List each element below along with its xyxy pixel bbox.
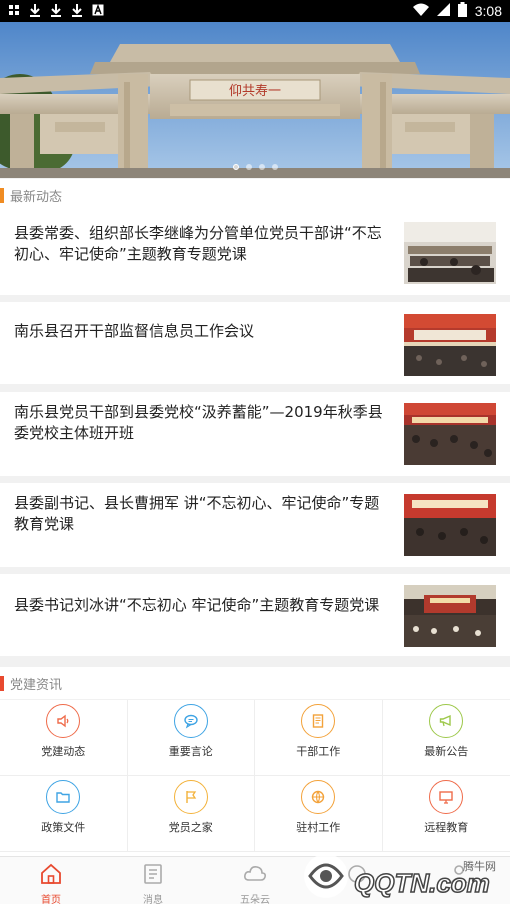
news-title: 南乐县召开干部监督信息员工作会议 xyxy=(14,322,255,340)
nav-label: 消息 xyxy=(143,895,163,904)
app-screen: 3:08 仰共寿一 最新动态 县委常委、组织部长李继峰为分管单位党员干部讲“不忘… xyxy=(0,0,510,904)
cloud-icon xyxy=(242,863,268,889)
grid-item-label: 党员之家 xyxy=(168,821,213,834)
plaque-text: 仰共寿一 xyxy=(229,84,281,99)
section-accent-bar xyxy=(0,187,4,203)
megaphone-icon xyxy=(429,704,464,738)
banner-image: 仰共寿一 xyxy=(0,22,510,178)
news-thumbnail xyxy=(404,494,496,556)
home-icon xyxy=(39,863,63,889)
nav-five-clouds[interactable]: 五朵云 xyxy=(204,857,306,904)
chat-bubble-icon xyxy=(173,704,208,738)
nav-home[interactable]: 首页 xyxy=(0,857,102,904)
monitor-icon xyxy=(429,780,464,814)
carousel-dot[interactable] xyxy=(232,164,239,170)
message-icon xyxy=(142,863,164,889)
grid-item-village-work[interactable]: 驻村工作 xyxy=(255,776,383,852)
grid-item-label: 最新公告 xyxy=(424,745,469,758)
grid-item-speeches[interactable]: 重要言论 xyxy=(127,700,255,776)
flag-icon xyxy=(173,780,208,814)
news-thumbnail xyxy=(404,314,496,376)
grid-item-announcements[interactable]: 最新公告 xyxy=(382,700,510,776)
news-title: 县委副书记、县长曹拥军 讲“不忘初心、牢记使命”专题教育党课 xyxy=(14,494,380,533)
download-icon xyxy=(71,3,83,19)
grid-item-label: 政策文件 xyxy=(41,821,86,834)
grid-item-label: 远程教育 xyxy=(424,821,469,834)
globe-icon xyxy=(301,780,336,814)
grid-item-label: 干部工作 xyxy=(296,745,341,758)
party-section-title: 党建资讯 xyxy=(10,677,63,693)
news-item[interactable]: 县委副书记、县长曹拥军 讲“不忘初心、牢记使命”专题教育党课 xyxy=(0,483,510,567)
grid-item-members-home[interactable]: 党员之家 xyxy=(127,776,255,852)
party-section-header: 党建资讯 xyxy=(0,667,510,699)
grid-item-party-news[interactable]: 党建动态 xyxy=(0,700,128,776)
news-title: 南乐县党员干部到县委党校“汲养蓄能”—2019年秋季县委党校主体班开班 xyxy=(14,403,383,442)
party-grid: 党建动态 重要言论 干部工作 最新公告 政策文件 党员之家 驻村工作 远程教育 xyxy=(0,700,510,856)
carousel-dot[interactable] xyxy=(245,164,252,170)
news-thumbnail xyxy=(404,222,496,284)
status-time: 3:08 xyxy=(474,3,502,19)
grid-item-cadre-work[interactable]: 干部工作 xyxy=(255,700,383,776)
speaker-icon xyxy=(46,704,81,738)
signal-icon xyxy=(436,2,450,20)
grid-item-policy-docs[interactable]: 政策文件 xyxy=(0,776,128,852)
nav-label: 五朵云 xyxy=(240,895,270,904)
news-item[interactable]: 南乐县党员干部到县委党校“汲养蓄能”—2019年秋季县委党校主体班开班 xyxy=(0,392,510,476)
download-icon xyxy=(50,3,62,19)
grid-item-label: 驻村工作 xyxy=(296,821,341,834)
download-icon xyxy=(29,3,41,19)
carousel-indicator[interactable] xyxy=(0,164,510,170)
nav-label: 首页 xyxy=(41,895,61,904)
grid-item-remote-education[interactable]: 远程教育 xyxy=(382,776,510,852)
grid-item-label: 党建动态 xyxy=(41,745,86,758)
folder-icon xyxy=(46,780,81,814)
battery-icon xyxy=(457,1,467,21)
news-item[interactable]: 县委书记刘冰讲“不忘初心 牢记使命”主题教育专题党课 xyxy=(0,574,510,656)
news-item[interactable]: 县委常委、组织部长李继峰为分管单位党员干部讲“不忘初心、牢记使命”主题教育专题党… xyxy=(0,211,510,295)
nav-messages[interactable]: 消息 xyxy=(102,857,204,904)
wifi-icon xyxy=(412,3,429,20)
app-icon xyxy=(8,4,20,18)
font-icon xyxy=(92,4,104,18)
news-thumbnail xyxy=(404,585,496,647)
section-accent-bar xyxy=(0,675,4,691)
carousel-dot[interactable] xyxy=(258,164,265,170)
status-bar: 3:08 xyxy=(0,0,510,22)
watermark-site: 腾牛网 xyxy=(463,861,496,873)
grid-item-label: 重要言论 xyxy=(168,745,213,758)
news-section-title: 最新动态 xyxy=(10,189,63,205)
news-thumbnail xyxy=(404,403,496,465)
banner-carousel[interactable]: 仰共寿一 xyxy=(0,22,510,178)
document-icon xyxy=(301,704,336,738)
news-item[interactable]: 南乐县召开干部监督信息员工作会议 xyxy=(0,302,510,384)
news-title: 县委书记刘冰讲“不忘初心 牢记使命”主题教育专题党课 xyxy=(14,596,380,614)
news-title: 县委常委、组织部长李继峰为分管单位党员干部讲“不忘初心、牢记使命”主题教育专题党… xyxy=(14,224,382,263)
carousel-dot[interactable] xyxy=(271,164,278,170)
news-section-header: 最新动态 xyxy=(0,179,510,211)
